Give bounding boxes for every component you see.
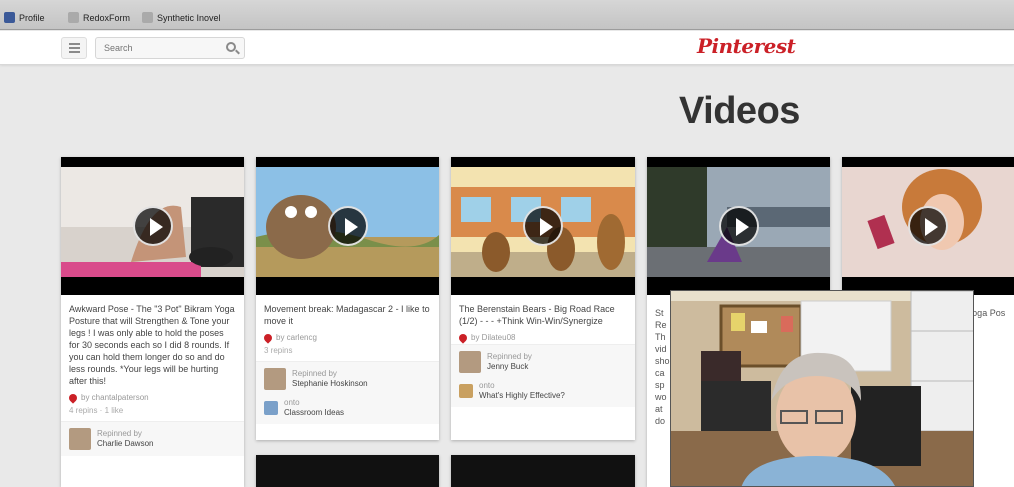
play-icon[interactable] <box>523 206 563 246</box>
page-title: Videos <box>679 90 800 132</box>
board-text: onto Classroom Ideas <box>284 398 344 418</box>
avatar[interactable] <box>459 351 481 373</box>
board-link[interactable]: onto Classroom Ideas <box>256 396 439 424</box>
board-thumbnail <box>264 401 278 415</box>
video-thumbnail[interactable] <box>61 157 244 295</box>
pin-source[interactable]: by chantalpaterson <box>61 391 244 404</box>
pin-stats: 3 repins <box>264 346 293 355</box>
repinned-by[interactable]: Repinned by Charlie Dawson <box>61 421 244 456</box>
board-thumbnail <box>459 384 473 398</box>
pin-description: St Re Th vid sho ca sp wo at do <box>655 308 670 426</box>
pin-icon <box>67 391 79 404</box>
video-thumbnail[interactable] <box>647 157 830 295</box>
bookmark-label: Synthetic Inovel <box>157 12 221 23</box>
repinned-by[interactable]: Repinned by Stephanie Hoskinson <box>256 361 439 396</box>
pin-description: Awkward Pose - The "3 Pot" Bikram Yoga P… <box>69 304 235 386</box>
webcam-overlay <box>670 290 974 487</box>
board-name: Classroom Ideas <box>284 408 345 417</box>
board-name: What's Highly Effective? <box>479 391 565 400</box>
play-icon[interactable] <box>908 206 948 246</box>
play-icon[interactable] <box>718 206 759 246</box>
pin-source-name: by carlencg <box>276 333 317 342</box>
play-icon[interactable] <box>327 206 368 246</box>
bookmarks-bar: Profile RedoxForm Synthetic Inovel <box>0 0 1014 30</box>
pinterest-logo[interactable]: Pinterest <box>697 34 796 58</box>
pinterest-header: Pinterest <box>0 31 1014 65</box>
hamburger-line <box>68 51 80 53</box>
play-icon[interactable] <box>132 206 173 246</box>
video-thumbnail[interactable] <box>451 157 635 295</box>
pin-source-name: by Dilateu08 <box>471 333 516 342</box>
search-input[interactable] <box>95 37 245 59</box>
pin-card[interactable]: The Berenstain Bears - Big Road Race (1/… <box>451 157 635 440</box>
menu-button[interactable] <box>61 37 87 59</box>
bookmark-label: Profile <box>19 12 45 23</box>
pin-card[interactable] <box>451 455 635 487</box>
avatar[interactable] <box>69 428 91 450</box>
repinned-label: Repinned by <box>292 369 337 378</box>
bookmark-label: RedoxForm <box>83 12 131 23</box>
pin-description: Movement break: Madagascar 2 - I like to… <box>264 304 430 326</box>
page-icon <box>68 12 79 23</box>
pin-source-name: by chantalpaterson <box>81 393 149 402</box>
pin-source[interactable]: by carlencg <box>256 331 439 344</box>
video-thumbnail[interactable] <box>842 157 1014 295</box>
board-text: onto What's Highly Effective? <box>479 381 565 401</box>
pin-icon <box>457 331 469 344</box>
repinned-text: Repinned by Stephanie Hoskinson <box>292 369 368 389</box>
bookmark-synthetic[interactable]: Synthetic Inovel <box>142 12 221 23</box>
pin-icon <box>262 331 274 344</box>
repinned-name: Charlie Dawson <box>97 439 154 448</box>
board-label: onto <box>479 381 495 390</box>
facebook-icon <box>4 12 15 23</box>
avatar[interactable] <box>264 368 286 390</box>
video-thumbnail[interactable] <box>256 157 439 295</box>
repinned-by[interactable]: Repinned by Jenny Buck <box>451 344 635 379</box>
pin-card[interactable]: Awkward Pose - The "3 Pot" Bikram Yoga P… <box>61 157 244 487</box>
page-icon <box>142 12 153 23</box>
bookmark-redoxform[interactable]: RedoxForm <box>68 12 130 23</box>
repinned-name: Jenny Buck <box>487 362 529 371</box>
pin-description: The Berenstain Bears - Big Road Race (1/… <box>459 304 615 326</box>
repinned-name: Stephanie Hoskinson <box>292 379 368 388</box>
hamburger-line <box>68 47 80 49</box>
repinned-label: Repinned by <box>487 352 532 361</box>
pin-source[interactable]: by Dilateu08 <box>451 331 635 344</box>
search-icon[interactable] <box>226 42 236 52</box>
repinned-label: Repinned by <box>97 429 142 438</box>
webcam-video-image <box>671 291 973 486</box>
hamburger-icon <box>68 43 80 45</box>
repinned-text: Repinned by Charlie Dawson <box>97 429 153 449</box>
pin-card[interactable]: Movement break: Madagascar 2 - I like to… <box>256 157 439 440</box>
board-label: onto <box>284 398 300 407</box>
board-link[interactable]: onto What's Highly Effective? <box>451 379 635 407</box>
repinned-text: Repinned by Jenny Buck <box>487 352 532 372</box>
pin-stats: 4 repins · 1 like <box>69 406 124 415</box>
pin-card[interactable] <box>256 455 439 487</box>
bookmark-profile[interactable]: Profile <box>4 12 45 23</box>
